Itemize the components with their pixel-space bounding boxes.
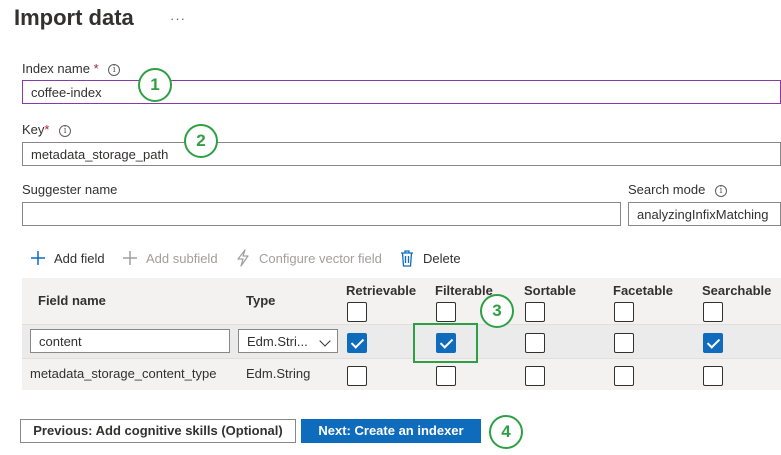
required-mark: * [44, 122, 50, 137]
column-header-filterable: Filterable [435, 283, 493, 298]
configure-vector-field-label: Configure vector field [259, 250, 382, 266]
column-header-field-name: Field name [38, 293, 106, 308]
lightning-icon [237, 249, 249, 267]
filterable-checkbox[interactable] [436, 366, 456, 386]
delete-button[interactable]: Delete [399, 249, 461, 267]
column-header-sortable: Sortable [524, 283, 577, 298]
previous-button[interactable]: Previous: Add cognitive skills (Optional… [20, 419, 296, 443]
column-header-retrievable: Retrievable [346, 283, 417, 298]
select-all-filterable-checkbox[interactable] [436, 302, 456, 322]
info-icon[interactable]: i [108, 64, 121, 76]
chevron-down-icon [319, 335, 331, 347]
plus-icon [123, 251, 137, 265]
suggester-name-input[interactable] [22, 202, 621, 226]
retrievable-checkbox[interactable] [347, 366, 367, 386]
searchable-checkbox[interactable] [703, 366, 723, 386]
info-icon[interactable]: i [59, 125, 72, 137]
required-mark: * [93, 61, 99, 76]
field-type-dropdown[interactable]: Edm.Stri... [238, 329, 338, 353]
field-name-text[interactable]: metadata_storage_content_type [30, 366, 216, 381]
page-title: Import data [14, 5, 134, 30]
sortable-checkbox[interactable] [525, 333, 545, 353]
search-mode-label: Search mode i [628, 182, 727, 197]
add-field-label: Add field [54, 250, 105, 266]
select-all-sortable-checkbox[interactable] [525, 302, 545, 322]
add-subfield-button[interactable]: Add subfield [122, 249, 218, 267]
info-icon[interactable]: i [714, 185, 727, 197]
highlight-box [413, 323, 478, 363]
field-name-input[interactable]: content [30, 329, 230, 353]
retrievable-checkbox[interactable] [347, 333, 367, 353]
callout-badge: 2 [184, 124, 218, 158]
key-input[interactable]: metadata_storage_path [22, 142, 781, 166]
key-label: Key* i [22, 122, 72, 137]
index-name-label: Index name * i [22, 61, 121, 76]
column-header-facetable: Facetable [613, 283, 673, 298]
field-type-text[interactable]: Edm.String [246, 366, 310, 381]
index-name-input[interactable]: coffee-index [22, 80, 781, 104]
row-divider [22, 358, 781, 359]
column-header-type: Type [246, 293, 276, 308]
more-options-icon[interactable]: ··· [170, 11, 186, 26]
sortable-checkbox[interactable] [525, 366, 545, 386]
column-header-searchable: Searchable [702, 283, 772, 298]
configure-vector-field-button[interactable]: Configure vector field [235, 249, 382, 267]
select-all-searchable-checkbox[interactable] [703, 302, 723, 322]
add-subfield-label: Add subfield [146, 250, 218, 266]
row-divider [22, 324, 781, 325]
facetable-checkbox[interactable] [614, 366, 634, 386]
select-all-facetable-checkbox[interactable] [614, 302, 634, 322]
callout-badge: 4 [489, 415, 523, 449]
trash-icon [401, 250, 413, 267]
callout-badge: 1 [138, 68, 172, 102]
add-field-button[interactable]: Add field [30, 249, 105, 267]
search-mode-dropdown[interactable]: analyzingInfixMatching [628, 202, 781, 226]
delete-label: Delete [423, 250, 461, 266]
next-create-indexer-button[interactable]: Next: Create an indexer [301, 419, 481, 443]
facetable-checkbox[interactable] [614, 333, 634, 353]
plus-icon [31, 251, 45, 265]
callout-badge: 3 [480, 294, 514, 328]
suggester-name-label: Suggester name [22, 182, 118, 197]
searchable-checkbox[interactable] [703, 333, 723, 353]
select-all-retrievable-checkbox[interactable] [347, 302, 367, 322]
